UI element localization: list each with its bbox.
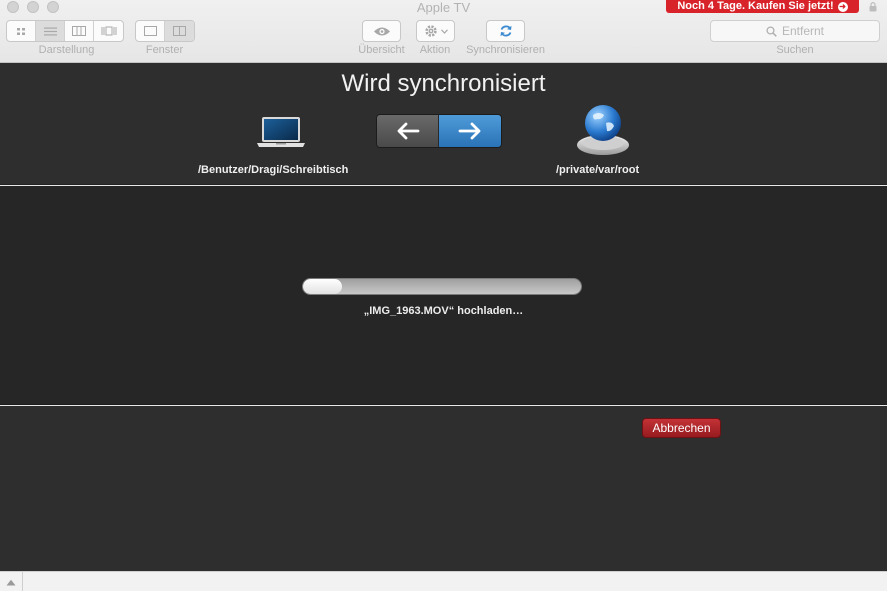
window-label: Fenster [145, 44, 184, 56]
sync-right-button[interactable] [439, 115, 501, 147]
sync-header: Wird synchronisiert /Benutzer/Dragi/Schr… [0, 63, 887, 185]
local-path-label: /Benutzer/Dragi/Schreibtisch [198, 164, 349, 176]
overview-label: Übersicht [358, 44, 405, 56]
coverflow-icon [101, 26, 116, 36]
window-layout-control [135, 20, 195, 42]
list-view-button[interactable] [36, 21, 65, 41]
single-pane-button[interactable] [136, 21, 165, 41]
search-field[interactable]: Entfernt [710, 20, 880, 42]
upload-progress-bar [302, 278, 582, 295]
search-label: Suchen [776, 44, 814, 56]
progress-panel: „IMG_1963.MOV“ hochladen… [0, 186, 887, 405]
arrow-right-icon [458, 122, 481, 140]
action-panel: Abbrechen [0, 406, 887, 571]
action-label: Aktion [419, 44, 451, 56]
sync-direction-toggle [376, 114, 502, 148]
cancel-button[interactable]: Abbrechen [642, 418, 721, 438]
network-globe-icon [577, 105, 629, 155]
promo-banner[interactable]: Noch 4 Tage. Kaufen Sie jetzt! ➜ [666, 0, 859, 13]
eye-icon [373, 27, 390, 35]
progress-status-text: „IMG_1963.MOV“ hochladen… [363, 305, 524, 317]
dual-pane-button[interactable] [165, 21, 194, 41]
toggle-panel-button[interactable] [0, 572, 23, 591]
view-label: Darstellung [38, 44, 95, 56]
dual-pane-icon [173, 26, 186, 36]
arrow-left-icon [397, 122, 419, 140]
list-icon [43, 27, 57, 35]
columns-icon [72, 26, 86, 36]
sync-left-button[interactable] [377, 115, 440, 147]
icon-view-button[interactable] [7, 21, 36, 41]
sync-icon [500, 25, 511, 37]
overview-button[interactable] [362, 20, 401, 42]
promo-label: Noch 4 Tage. Kaufen Sie jetzt! [677, 0, 834, 12]
sync-title: Wird synchronisiert [341, 70, 546, 97]
search-placeholder: Entfernt [781, 24, 825, 38]
search-icon [766, 25, 777, 37]
grid-icon [16, 27, 25, 35]
column-view-button[interactable] [65, 21, 94, 41]
lock-icon [869, 2, 877, 12]
gear-icon [424, 25, 437, 37]
action-menu-button[interactable] [416, 20, 455, 42]
triangle-up-icon [6, 579, 16, 585]
laptop-icon [257, 117, 305, 147]
coverflow-view-button[interactable] [94, 21, 123, 41]
arrow-right-icon: ➜ [837, 1, 848, 12]
single-pane-icon [143, 26, 157, 36]
status-bar [0, 571, 887, 591]
chevron-down-icon [440, 28, 448, 34]
window-toolbar: Apple TV Noch 4 Tage. Kaufen Sie jetzt! … [0, 0, 887, 63]
progress-fill [303, 279, 342, 294]
remote-path-label: /private/var/root [556, 164, 640, 176]
sync-label: Synchronisieren [466, 44, 545, 56]
synchronize-button[interactable] [486, 20, 525, 42]
view-mode-control [6, 20, 124, 42]
